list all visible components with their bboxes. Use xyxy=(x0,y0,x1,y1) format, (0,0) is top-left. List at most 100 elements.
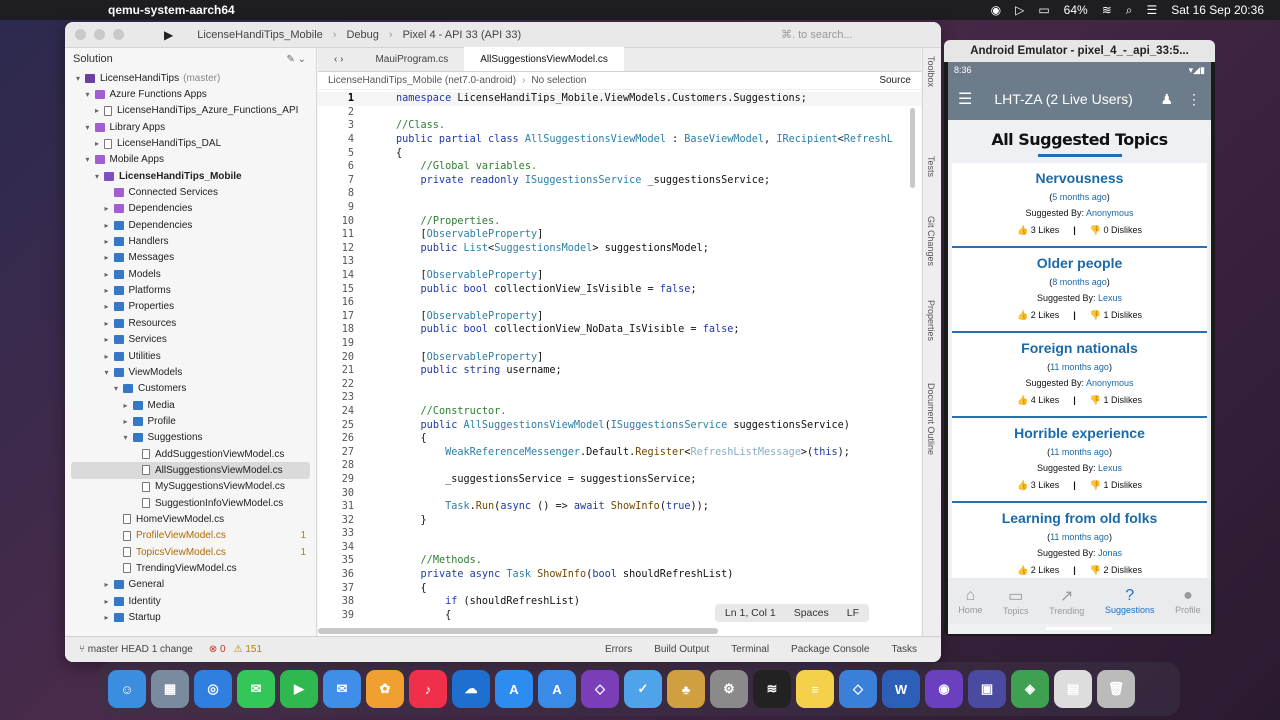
thumbs-down-icon[interactable]: 👎 xyxy=(1090,565,1101,575)
tree-item[interactable]: ▾ ViewModels xyxy=(65,364,316,380)
code-line[interactable]: 24 //Constructor. xyxy=(318,405,921,419)
dislikes-count[interactable]: 👎 2 Dislikes xyxy=(1090,565,1142,576)
tree-item[interactable]: ▸ LicenseHandiTips_Azure_Functions_API xyxy=(65,103,316,119)
likes-count[interactable]: 👍 2 Likes xyxy=(1017,310,1059,321)
code-line[interactable]: 7 private readonly ISuggestionsService _… xyxy=(318,174,921,188)
suggester-name[interactable]: Lexus xyxy=(1098,293,1122,303)
code-line[interactable]: 32 } xyxy=(318,513,921,527)
hamburger-icon[interactable]: ☰ xyxy=(958,89,972,109)
tree-item[interactable]: ▸ Dependencies xyxy=(65,217,316,233)
code-line[interactable]: 14 [ObservableProperty] xyxy=(318,269,921,283)
tree-item[interactable]: ▸ General xyxy=(65,577,316,593)
tree-chevron-icon[interactable]: ▸ xyxy=(102,302,112,311)
code-line[interactable]: 25 public AllSuggestionsViewModel(ISugge… xyxy=(318,418,921,432)
likes-count[interactable]: 👍 3 Likes xyxy=(1017,225,1059,236)
simulator-icon[interactable]: ◇ xyxy=(839,670,877,708)
code-line[interactable]: 35 //Methods. xyxy=(318,554,921,568)
code-line[interactable]: 36 private async Task ShowInfo(bool shou… xyxy=(318,568,921,582)
tree-item[interactable]: ▸ Resources xyxy=(65,315,316,331)
tree-item[interactable]: ▸ Handlers xyxy=(65,233,316,249)
search-icon[interactable]: ⌕ xyxy=(1126,3,1133,18)
side-tab-git-changes[interactable]: Git Changes xyxy=(926,216,936,266)
tree-chevron-icon[interactable]: ▸ xyxy=(121,417,131,426)
tree-item[interactable]: ProfileViewModel.cs 1 xyxy=(65,528,316,544)
user-info-icon[interactable]: ♟ xyxy=(1160,91,1173,108)
thumbs-up-icon[interactable]: 👍 xyxy=(1017,480,1028,490)
tree-chevron-icon[interactable]: ▾ xyxy=(121,433,131,442)
likes-count[interactable]: 👍 4 Likes xyxy=(1017,395,1059,406)
code-line[interactable]: 2 xyxy=(318,106,921,120)
tree-chevron-icon[interactable]: ▾ xyxy=(83,90,93,99)
tree-chevron-icon[interactable]: ▸ xyxy=(102,597,112,606)
tree-chevron-icon[interactable]: ▸ xyxy=(102,352,112,361)
tree-chevron-icon[interactable]: ▾ xyxy=(92,172,102,181)
record-icon[interactable]: ◉ xyxy=(991,3,1001,17)
project-selector[interactable]: LicenseHandiTips_Mobile xyxy=(197,29,323,41)
code-line[interactable]: 4 public partial class AllSuggestionsView… xyxy=(318,133,921,147)
code-line[interactable]: 6 //Global variables. xyxy=(318,160,921,174)
cocktail-icon[interactable]: ♣ xyxy=(667,670,705,708)
tree-chevron-icon[interactable]: ▸ xyxy=(102,335,112,344)
tab-allsuggestionsviewmodel[interactable]: AllSuggestionsViewModel.cs xyxy=(464,47,624,71)
tree-chevron-icon[interactable]: ▸ xyxy=(102,237,112,246)
code-line[interactable]: 16 xyxy=(318,296,921,310)
tree-item[interactable]: ▸ Models xyxy=(65,266,316,282)
run-icon[interactable]: ▶ xyxy=(164,28,173,42)
tree-item[interactable]: SuggestionInfoViewModel.cs xyxy=(65,495,316,511)
code-line[interactable]: 27 WeakReferenceMessenger.Default.Regist… xyxy=(318,445,921,459)
control-center-icon[interactable]: ☰ xyxy=(1146,3,1157,17)
emulator-title[interactable]: Android Emulator - pixel_4_-_api_33:5... xyxy=(944,40,1215,62)
tree-item[interactable]: ▸ Media xyxy=(65,397,316,413)
tree-chevron-icon[interactable]: ▸ xyxy=(121,401,131,410)
pad-package-console[interactable]: Package Console xyxy=(791,644,869,655)
likes-count[interactable]: 👍 3 Likes xyxy=(1017,480,1059,491)
tree-item[interactable]: AddSuggestionViewModel.cs xyxy=(65,446,316,462)
code-lines[interactable]: 1 namespace LicenseHandiTips_Mobile.ViewM… xyxy=(318,92,921,622)
tree-chevron-icon[interactable]: ▾ xyxy=(102,368,112,377)
tree-chevron-icon[interactable]: ▾ xyxy=(83,155,93,164)
photos-icon[interactable]: ✿ xyxy=(366,670,404,708)
warning-count[interactable]: ⚠ 151 xyxy=(234,644,262,655)
tree-item[interactable]: ▸ LicenseHandiTips_DAL xyxy=(65,135,316,151)
suggestion-title[interactable]: Nervousness xyxy=(952,167,1207,189)
thumbs-up-icon[interactable]: 👍 xyxy=(1017,565,1028,575)
code-line[interactable]: 37 { xyxy=(318,581,921,595)
tree-item[interactable]: ▸ Utilities xyxy=(65,348,316,364)
dislikes-count[interactable]: 👎 1 Dislikes xyxy=(1090,395,1142,406)
suggester-name[interactable]: Jonas xyxy=(1098,548,1122,558)
tree-chevron-icon[interactable]: ▸ xyxy=(102,204,112,213)
tree-chevron-icon[interactable]: ▾ xyxy=(111,384,121,393)
screen-icon[interactable]: ▭ xyxy=(1038,3,1049,17)
more-icon[interactable]: ⋮ xyxy=(1187,91,1201,108)
search-input[interactable]: ⌘. to search... xyxy=(781,28,921,41)
clock[interactable]: Sat 16 Sep 20:36 xyxy=(1171,3,1264,17)
tree-chevron-icon[interactable]: ▾ xyxy=(83,123,93,132)
suggester-name[interactable]: Anonymous xyxy=(1086,208,1134,218)
thumbs-up-icon[interactable]: 👍 xyxy=(1017,225,1028,235)
code-line[interactable]: 19 xyxy=(318,337,921,351)
minimize-window-button[interactable] xyxy=(94,29,105,40)
suggestion-title[interactable]: Foreign nationals xyxy=(952,337,1207,359)
tree-chevron-icon[interactable]: ▸ xyxy=(92,106,102,115)
cursor-position[interactable]: Ln 1, Col 1 xyxy=(725,607,776,619)
facetime-icon[interactable]: ▶ xyxy=(280,670,318,708)
thumbs-down-icon[interactable]: 👎 xyxy=(1090,310,1101,320)
code-line[interactable]: 31 Task.Run(async () => await ShowInfo(t… xyxy=(318,500,921,514)
tree-chevron-icon[interactable]: ▸ xyxy=(102,286,112,295)
tree-item[interactable]: ▸ Dependencies xyxy=(65,201,316,217)
code-line[interactable]: 28 xyxy=(318,459,921,473)
visual-studio-icon[interactable]: ◇ xyxy=(581,670,619,708)
voice-memos-icon[interactable]: ≋ xyxy=(753,670,791,708)
suggestion-card[interactable]: Horrible experience (11 months ago) Sugges… xyxy=(952,418,1207,503)
line-ending[interactable]: LF xyxy=(847,607,859,619)
battery-percent[interactable]: 64% xyxy=(1064,3,1088,17)
tree-chevron-icon[interactable]: ▸ xyxy=(102,319,112,328)
tab-mauiprogram[interactable]: MauiProgram.cs xyxy=(359,47,464,71)
editor-vertical-scrollbar[interactable] xyxy=(910,108,915,188)
tree-item[interactable]: ▾ Azure Functions Apps xyxy=(65,86,316,102)
tree-item[interactable]: ▸ Startup xyxy=(65,609,316,625)
code-line[interactable]: 12 public List<SuggestionsModel> suggest… xyxy=(318,242,921,256)
side-tab-toolbox[interactable]: Toolbox xyxy=(926,56,936,87)
tree-item[interactable]: ▾ Mobile Apps xyxy=(65,152,316,168)
code-line[interactable]: 10 //Properties. xyxy=(318,214,921,228)
